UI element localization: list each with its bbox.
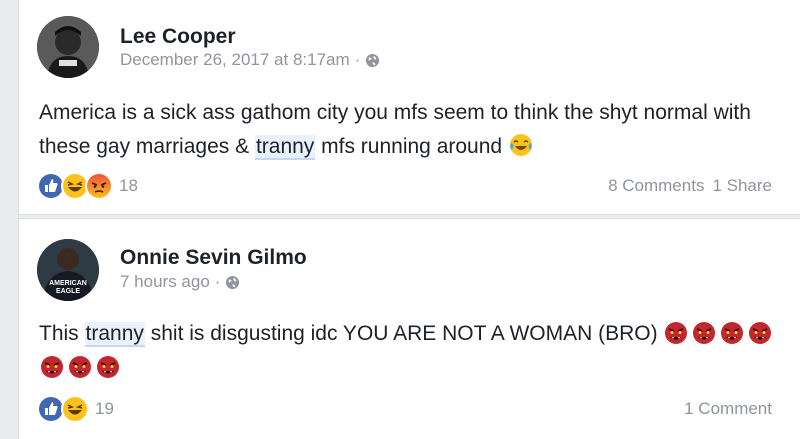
post-text-part: shit is disgusting idc YOU ARE NOT A WOM…: [144, 322, 658, 345]
post-text: America is a sick ass gathom city you mf…: [39, 96, 784, 164]
meta-separator: ·: [214, 272, 221, 291]
avatar[interactable]: [37, 16, 99, 78]
reaction-count: 19: [95, 399, 114, 418]
post-text: This tranny shit is disgusting idc YOU A…: [39, 317, 784, 385]
shares-count-link[interactable]: 1 Share: [712, 176, 772, 196]
reaction-summary[interactable]: 18: [37, 172, 138, 200]
author-name[interactable]: Onnie Sevin Gilmo: [120, 246, 307, 270]
timestamp[interactable]: December 26, 2017 at 8:17am: [120, 50, 350, 70]
engagement-counts: 8 Comments 1 Share: [608, 176, 772, 196]
post-meta: 7 hours ago ·: [120, 272, 240, 292]
hashtag-link[interactable]: tranny: [84, 322, 145, 347]
meta-separator: ·: [354, 50, 361, 69]
japanese-ogre-emoji: [39, 353, 65, 379]
globe-icon[interactable]: [225, 275, 240, 290]
japanese-ogre-emoji: [95, 353, 121, 379]
news-feed: Lee Cooper December 26, 2017 at 8:17am ·…: [0, 0, 800, 439]
hashtag-link[interactable]: tranny: [254, 135, 316, 160]
author-name[interactable]: Lee Cooper: [120, 25, 236, 49]
reaction-summary[interactable]: 19: [37, 395, 114, 423]
post-meta: December 26, 2017 at 8:17am ·: [120, 50, 380, 70]
post-text-part: This: [39, 322, 85, 345]
japanese-ogre-emoji: [67, 353, 93, 379]
timestamp[interactable]: 7 hours ago: [120, 272, 210, 292]
avatar[interactable]: AMERICAN EAGLE: [37, 239, 99, 301]
engagement-counts: 1 Comment: [684, 399, 772, 419]
japanese-ogre-emoji: [719, 319, 745, 345]
avatar-shirt-text: AMERICAN: [49, 280, 87, 287]
post-card: AMERICAN EAGLE Onnie Sevin Gilmo 7 hours…: [18, 218, 800, 439]
japanese-ogre-emoji: [691, 319, 717, 345]
avatar-shirt-text: EAGLE: [56, 288, 80, 295]
comments-count-link[interactable]: 8 Comments: [608, 176, 704, 196]
post-card: Lee Cooper December 26, 2017 at 8:17am ·…: [18, 0, 800, 215]
tears-of-joy-emoji: [508, 132, 534, 158]
japanese-ogre-emoji: [747, 319, 773, 345]
reaction-count: 18: [119, 176, 138, 195]
haha-reaction-icon: [61, 395, 89, 423]
japanese-ogre-emoji: [663, 319, 689, 345]
angry-reaction-icon: [85, 172, 113, 200]
globe-icon[interactable]: [365, 53, 380, 68]
post-text-part: mfs running around: [315, 135, 503, 158]
comments-count-link[interactable]: 1 Comment: [684, 399, 772, 419]
